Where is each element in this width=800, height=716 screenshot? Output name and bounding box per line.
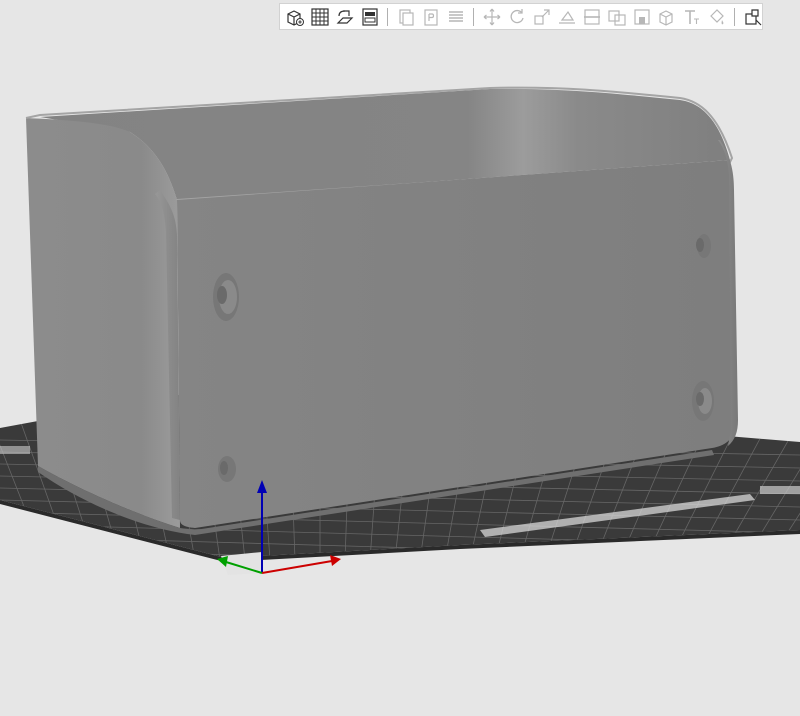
assembly-view-icon[interactable]: [742, 6, 764, 28]
copy-icon[interactable]: [395, 6, 417, 28]
orient-icon[interactable]: [334, 6, 356, 28]
top-toolbar: [279, 3, 763, 30]
boolean-icon[interactable]: [606, 6, 628, 28]
toolbar-separator: [387, 7, 388, 26]
toolbar-separator: [734, 7, 735, 26]
x-axis: [261, 560, 333, 574]
text-icon[interactable]: [681, 6, 703, 28]
rotate-icon[interactable]: [506, 6, 528, 28]
layers-icon[interactable]: [445, 6, 467, 28]
arrange-grid-icon[interactable]: [309, 6, 331, 28]
add-cube-icon[interactable]: [284, 6, 306, 28]
lay-on-face-icon[interactable]: [556, 6, 578, 28]
mounting-hole: [692, 381, 714, 421]
cut-icon[interactable]: [581, 6, 603, 28]
scene-canvas: [0, 86, 800, 575]
color-paint-icon[interactable]: [706, 6, 728, 28]
mounting-hole: [218, 456, 236, 482]
toolbar-separator: [473, 7, 474, 26]
paste-icon[interactable]: [420, 6, 442, 28]
plate-layout-icon[interactable]: [359, 6, 381, 28]
mounting-hole: [213, 273, 239, 321]
scale-icon[interactable]: [531, 6, 553, 28]
move-icon[interactable]: [481, 6, 503, 28]
support-paint-icon[interactable]: [631, 6, 653, 28]
seam-paint-icon[interactable]: [656, 6, 678, 28]
3d-viewport[interactable]: [0, 0, 800, 716]
